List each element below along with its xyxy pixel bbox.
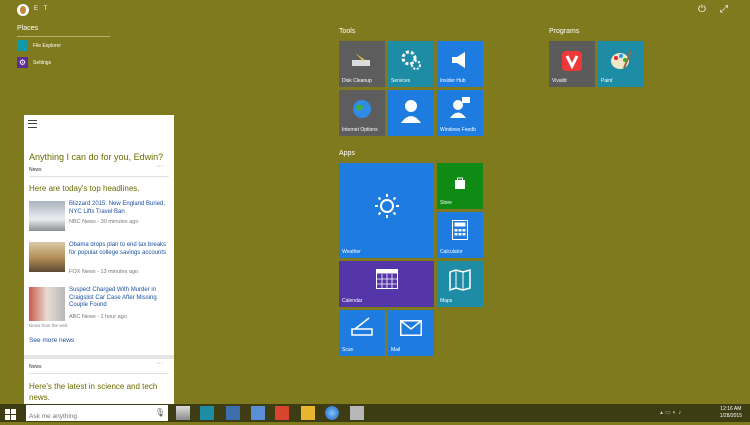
section-separator: [24, 355, 174, 359]
person-headset-icon: [401, 100, 421, 123]
tile-label: Scan: [342, 347, 354, 353]
user-name[interactable]: E T: [34, 6, 49, 12]
task-view-icon[interactable]: [176, 406, 190, 420]
article-meta: ABC News - 1 hour ago: [69, 314, 127, 320]
calculator-icon: [452, 220, 468, 240]
tile-calculator[interactable]: Calculator: [437, 212, 483, 258]
calendar-icon: [376, 269, 398, 289]
envelope-icon: [400, 320, 422, 336]
tile-paint[interactable]: Paint: [598, 41, 644, 87]
news-section-label: News: [29, 364, 42, 370]
tile-mail[interactable]: Mail: [388, 310, 434, 356]
search-input[interactable]: [26, 409, 150, 424]
clock-date: 1/28/2015: [719, 413, 742, 419]
place-label: Settings: [33, 59, 52, 66]
tile-label: Windows Feedb: [440, 127, 476, 133]
tile-store[interactable]: Store: [437, 163, 483, 209]
see-more-news-link[interactable]: See more news: [29, 337, 74, 344]
places-divider: [17, 36, 110, 37]
tile-label: Calculator: [440, 249, 463, 255]
article-thumbnail[interactable]: [29, 201, 65, 231]
tile-services[interactable]: Services: [388, 41, 434, 87]
tile-label: Disk Cleanup: [342, 78, 372, 84]
scanner-icon: [351, 317, 373, 336]
tile-maps[interactable]: Maps: [437, 261, 483, 307]
folder-icon: [17, 40, 28, 51]
tile-insider-hub[interactable]: Insider Hub: [437, 41, 483, 87]
more-options-icon[interactable]: ···: [156, 163, 163, 170]
tile-label: Vivaldi: [552, 78, 567, 84]
vivaldi-icon: [562, 51, 582, 71]
headlines-heading: Here are today's top headlines.: [29, 184, 140, 193]
place-item-settings[interactable]: ⚙ Settings: [17, 57, 51, 68]
paint-taskbar-icon[interactable]: [350, 406, 364, 420]
science-heading: Here's the latest in science and tech ne…: [29, 382, 158, 402]
shopping-bag-icon: [455, 177, 465, 189]
services-taskbar-icon[interactable]: [200, 406, 214, 420]
article-title[interactable]: Blizzard 2015: New England Buried, NYC L…: [69, 201, 169, 216]
cortana-panel[interactable]: Anything I can do for you, Edwin? News ·…: [24, 115, 174, 406]
tile-label: Calendar: [342, 298, 363, 304]
system-tray-icons[interactable]: ▴▭◐♪: [660, 409, 683, 416]
expand-start-icon[interactable]: ⤢: [720, 5, 728, 15]
tile-label: Internet Options: [342, 127, 378, 133]
group-heading-apps[interactable]: Apps: [339, 150, 355, 157]
tile-label: Store: [440, 200, 452, 206]
tile-internet-options[interactable]: Internet Options: [339, 90, 385, 136]
map-icon: [449, 269, 471, 291]
microphone-icon[interactable]: 🎙: [155, 408, 165, 417]
services-gear-icon: [401, 50, 421, 70]
cortana-greeting: Anything I can do for you, Edwin?: [29, 152, 164, 162]
search-box[interactable]: 🎙: [26, 405, 168, 424]
place-item-file-explorer[interactable]: File Explorer: [17, 40, 61, 51]
places-heading: Places: [17, 25, 39, 32]
more-options-icon[interactable]: ···: [156, 360, 163, 367]
article-thumbnail[interactable]: [29, 242, 65, 272]
article-meta: NBC News - 30 minutes ago: [69, 219, 139, 225]
explorer-taskbar-icon[interactable]: [251, 406, 265, 420]
article-title[interactable]: Suspect Charged With Murder in Craigslis…: [69, 287, 169, 310]
app-taskbar-icon[interactable]: [275, 406, 289, 420]
paint-palette-icon: [611, 50, 632, 69]
article-meta: FOX News - 13 minutes ago: [69, 269, 139, 275]
clock-time: 12:16 AM: [720, 406, 742, 412]
hamburger-menu-icon[interactable]: [28, 120, 37, 128]
tile-label: Insider Hub: [440, 78, 466, 84]
start-button[interactable]: [5, 407, 16, 425]
article-title[interactable]: Obama drops plan to end tax breaks for p…: [69, 242, 169, 257]
globe-icon: [353, 100, 371, 118]
tile-contact-support[interactable]: [388, 90, 434, 136]
tile-label: Weather: [342, 249, 361, 255]
feedback-person-icon: [450, 97, 470, 118]
news-divider: [29, 176, 169, 177]
tile-weather[interactable]: Weather: [339, 163, 434, 258]
sun-icon: [375, 194, 399, 218]
tile-scan[interactable]: Scan: [339, 310, 385, 356]
folder-taskbar-icon[interactable]: [301, 406, 315, 420]
news-source-note: News from the web: [29, 323, 68, 328]
windows-logo-icon: [5, 409, 16, 420]
gear-icon: ⚙: [17, 57, 28, 68]
power-icon[interactable]: ⏻: [698, 5, 706, 15]
news-divider: [29, 373, 169, 374]
tile-label: Mail: [391, 347, 401, 353]
tile-label: Services: [391, 78, 411, 84]
tile-calendar[interactable]: Calendar: [339, 261, 434, 307]
group-heading-tools[interactable]: Tools: [339, 28, 355, 35]
place-label: File Explorer: [33, 42, 62, 49]
megaphone-icon: [452, 52, 465, 68]
tile-label: Paint: [601, 78, 613, 84]
tile-windows-feedback[interactable]: Windows Feedb: [437, 90, 483, 136]
tile-vivaldi[interactable]: Vivaldi: [549, 41, 595, 87]
news-section-label: News: [29, 167, 42, 173]
browser-taskbar-icon[interactable]: [325, 406, 339, 420]
clock[interactable]: 12:16 AM 1/28/2015: [720, 406, 742, 420]
disk-cleanup-icon: [352, 53, 370, 66]
article-thumbnail[interactable]: [29, 287, 65, 321]
tile-label: Maps: [440, 298, 453, 304]
group-heading-programs[interactable]: Programs: [549, 28, 579, 35]
user-avatar[interactable]: [17, 4, 29, 16]
monitor-taskbar-icon[interactable]: [226, 406, 240, 420]
tile-disk-cleanup[interactable]: Disk Cleanup: [339, 41, 385, 87]
